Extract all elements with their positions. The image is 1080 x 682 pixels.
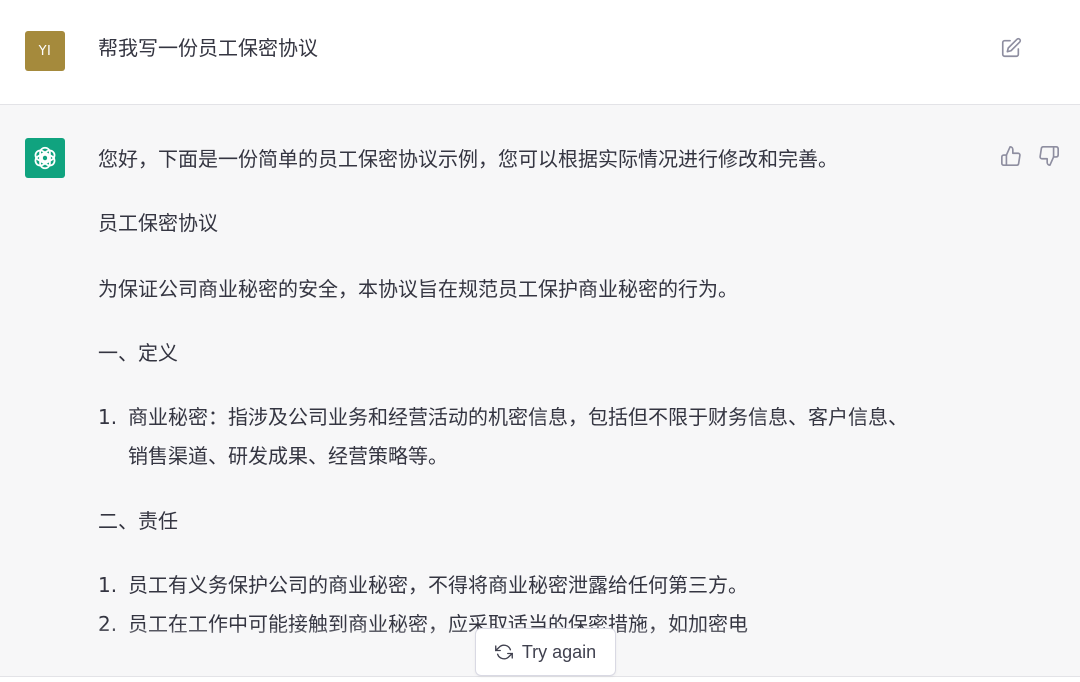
bottom-divider — [0, 676, 1080, 682]
assistant-message-row: 您好，下面是一份简单的员工保密协议示例，您可以根据实际情况进行修改和完善。 员工… — [0, 106, 1080, 682]
list-text: 员工有义务保护公司的商业秘密，不得将商业秘密泄露给任何第三方。 — [128, 573, 748, 597]
list-text-line: 商业秘密：指涉及公司业务和经营活动的机密信息，包括但不限于财务信息、客户信息、 — [128, 405, 908, 429]
section-heading-responsibility: 二、责任 — [98, 509, 178, 533]
list-number: 1. — [98, 405, 118, 429]
thumbs-up-icon[interactable] — [1000, 145, 1022, 167]
user-message-text: 帮我写一份员工保密协议 — [98, 36, 318, 60]
user-message-row: YI 帮我写一份员工保密协议 — [0, 0, 1080, 105]
assistant-avatar — [25, 138, 65, 178]
openai-logo-icon — [34, 146, 56, 170]
list-text: 商业秘密：指涉及公司业务和经营活动的机密信息，包括但不限于财务信息、客户信息、 … — [128, 398, 978, 476]
list-text-line: 销售渠道、研发成果、经营策略等。 — [128, 444, 448, 468]
edit-icon[interactable] — [1000, 37, 1022, 59]
user-avatar: YI — [25, 31, 65, 71]
try-again-label: Try again — [521, 641, 597, 662]
section-heading-definition: 一、定义 — [98, 341, 178, 365]
try-again-button[interactable]: Try again — [475, 628, 616, 676]
assistant-intro: 您好，下面是一份简单的员工保密协议示例，您可以根据实际情况进行修改和完善。 — [98, 147, 838, 171]
thumbs-down-icon[interactable] — [1038, 145, 1060, 167]
list-number: 1. — [98, 573, 118, 597]
agreement-purpose: 为保证公司商业秘密的安全，本协议旨在规范员工保护商业秘密的行为。 — [98, 277, 738, 301]
agreement-title: 员工保密协议 — [98, 211, 218, 235]
refresh-icon — [494, 644, 513, 660]
